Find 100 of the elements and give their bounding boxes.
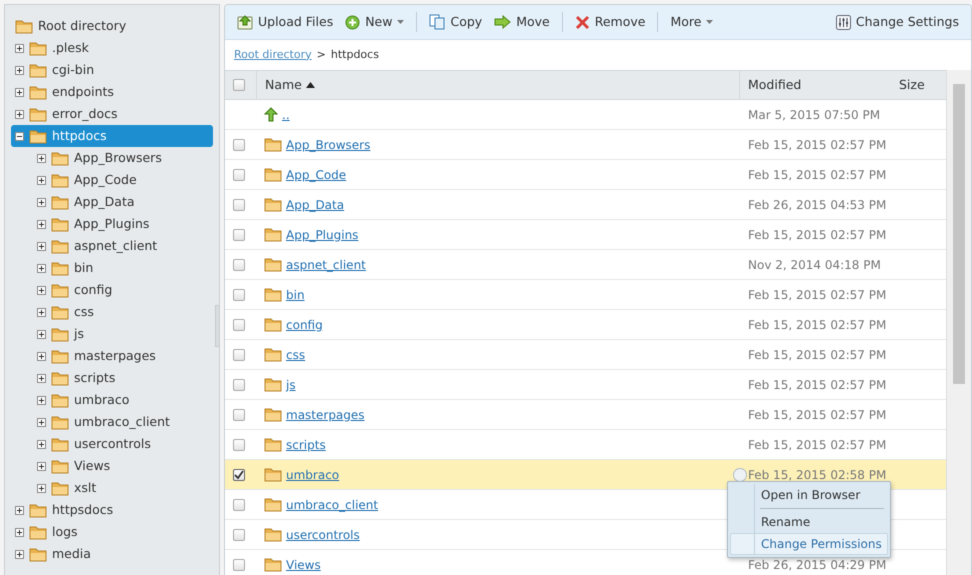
expand-icon[interactable]	[37, 418, 46, 426]
toolbar-button[interactable]: Copy	[425, 10, 486, 34]
folder-icon	[51, 304, 69, 320]
file-link[interactable]: Views	[286, 556, 321, 574]
file-link[interactable]: App_Data	[286, 196, 344, 214]
breadcrumb-current: httpdocs	[330, 46, 379, 63]
column-header[interactable]: Modified	[740, 71, 891, 99]
expand-icon[interactable]	[37, 242, 46, 250]
file-link[interactable]: config	[286, 316, 323, 334]
expand-icon[interactable]	[15, 44, 24, 52]
row-checkbox[interactable]	[233, 318, 245, 330]
expand-icon[interactable]	[37, 374, 46, 382]
expand-icon[interactable]	[15, 88, 24, 96]
toolbar-button[interactable]: Move	[490, 10, 554, 34]
tree-item[interactable]: scripts	[33, 367, 213, 389]
expand-icon[interactable]	[37, 440, 46, 448]
tree-item[interactable]: httpsdocs	[11, 499, 213, 521]
tree-item[interactable]: logs	[11, 521, 213, 543]
row-checkbox[interactable]	[233, 168, 245, 180]
file-link[interactable]: umbraco	[286, 466, 340, 484]
file-link[interactable]: App_Code	[286, 166, 346, 184]
breadcrumb-link[interactable]: Root directory	[234, 46, 312, 64]
row-checkbox[interactable]	[233, 198, 245, 210]
expand-icon[interactable]	[37, 352, 46, 360]
expand-icon[interactable]	[37, 198, 46, 206]
tree-item[interactable]: error_docs	[11, 103, 213, 125]
tree-item[interactable]: config	[33, 279, 213, 301]
tree-item[interactable]: cgi-bin	[11, 59, 213, 81]
expand-icon[interactable]	[15, 528, 24, 536]
splitter-handle[interactable]	[215, 305, 219, 347]
expand-icon[interactable]	[37, 286, 46, 294]
toolbar-button[interactable]: Change Settings	[832, 10, 963, 34]
row-checkbox[interactable]	[233, 228, 245, 240]
file-link[interactable]: scripts	[286, 436, 326, 454]
tree-item[interactable]: App_Code	[33, 169, 213, 191]
expand-icon[interactable]	[15, 66, 24, 74]
column-header[interactable]: Size	[891, 71, 946, 99]
expand-icon[interactable]	[37, 308, 46, 316]
file-link[interactable]: usercontrols	[286, 526, 360, 544]
collapse-icon[interactable]	[15, 132, 24, 140]
tree-item[interactable]: Views	[33, 455, 213, 477]
expand-icon[interactable]	[37, 220, 46, 228]
column-header[interactable]: Name	[256, 71, 740, 99]
row-checkbox[interactable]	[233, 348, 245, 360]
row-checkbox[interactable]	[233, 468, 245, 480]
dropdown-button[interactable]: More	[666, 10, 718, 34]
expand-icon[interactable]	[37, 396, 46, 404]
file-link[interactable]: js	[286, 376, 296, 394]
toolbar-button[interactable]: Upload Files	[233, 10, 338, 34]
tree-item[interactable]: css	[33, 301, 213, 323]
expand-icon[interactable]	[37, 176, 46, 184]
table-row[interactable]: umbraco Feb 15, 2015 02:58 PM	[225, 460, 946, 490]
file-link[interactable]: bin	[286, 286, 305, 304]
expand-icon[interactable]	[37, 484, 46, 492]
file-link[interactable]: App_Plugins	[286, 226, 358, 244]
expand-icon[interactable]	[15, 506, 24, 514]
expand-icon[interactable]	[37, 330, 46, 338]
row-checkbox[interactable]	[233, 258, 245, 270]
row-checkbox[interactable]	[233, 288, 245, 300]
tree-item[interactable]: aspnet_client	[33, 235, 213, 257]
tree-item[interactable]: xslt	[33, 477, 213, 499]
tree-item[interactable]: endpoints	[11, 81, 213, 103]
menu-item[interactable]: Change Permissions	[730, 533, 888, 555]
tree-item[interactable]: .plesk	[11, 37, 213, 59]
tree-item[interactable]: App_Plugins	[33, 213, 213, 235]
file-link[interactable]: aspnet_client	[286, 256, 366, 274]
folder-icon	[264, 407, 282, 422]
tree-item[interactable]: umbraco	[33, 389, 213, 411]
select-all-checkbox[interactable]	[233, 79, 245, 91]
scrollbar[interactable]	[946, 70, 971, 575]
tree-item[interactable]: App_Browsers	[33, 147, 213, 169]
tree-item[interactable]: httpdocs	[11, 125, 213, 147]
row-checkbox[interactable]	[233, 378, 245, 390]
tree-item[interactable]: umbraco_client	[33, 411, 213, 433]
arrow-right-icon	[494, 15, 512, 29]
toolbar-button[interactable]: Remove	[570, 10, 650, 34]
file-link[interactable]: ..	[282, 106, 290, 124]
expand-icon[interactable]	[15, 110, 24, 118]
tree-item[interactable]: Root directory	[11, 15, 213, 37]
tree-item[interactable]: masterpages	[33, 345, 213, 367]
expand-icon[interactable]	[37, 154, 46, 162]
tree-item[interactable]: usercontrols	[33, 433, 213, 455]
expand-icon[interactable]	[15, 550, 24, 558]
row-checkbox[interactable]	[233, 558, 245, 570]
row-checkbox[interactable]	[233, 408, 245, 420]
row-checkbox[interactable]	[233, 438, 245, 450]
row-checkbox[interactable]	[233, 528, 245, 540]
row-checkbox[interactable]	[233, 498, 245, 510]
file-link[interactable]: App_Browsers	[286, 136, 370, 154]
tree-item[interactable]: bin	[33, 257, 213, 279]
row-checkbox[interactable]	[233, 138, 245, 150]
file-link[interactable]: umbraco_client	[286, 496, 378, 514]
expand-icon[interactable]	[37, 462, 46, 470]
tree-item[interactable]: js	[33, 323, 213, 345]
tree-item[interactable]: media	[11, 543, 213, 565]
file-link[interactable]: css	[286, 346, 306, 364]
expand-icon[interactable]	[37, 264, 46, 272]
file-link[interactable]: masterpages	[286, 406, 365, 424]
dropdown-button[interactable]: New	[341, 10, 408, 34]
tree-item[interactable]: App_Data	[33, 191, 213, 213]
